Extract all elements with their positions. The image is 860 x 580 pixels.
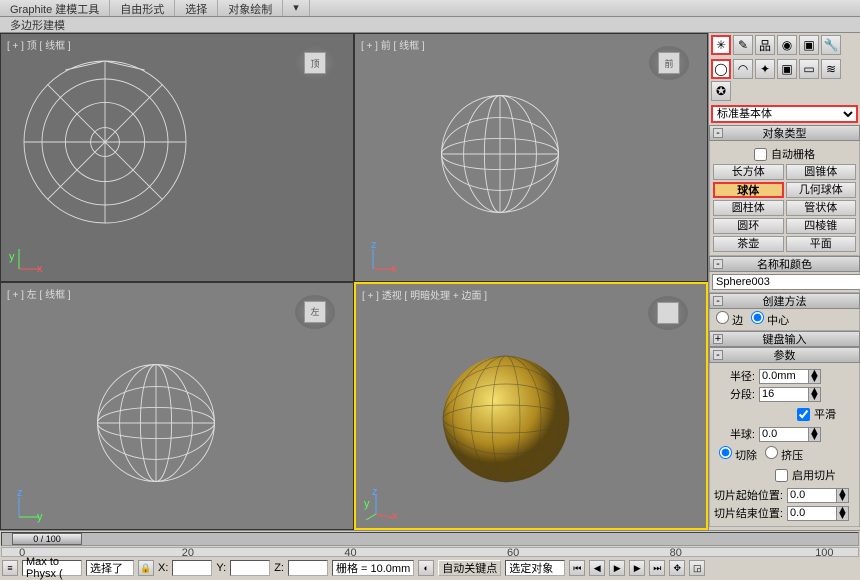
viewcube[interactable]: 左 (295, 295, 335, 329)
display-tab-icon[interactable]: ▣ (799, 35, 819, 55)
lights-icon[interactable]: ✦ (755, 59, 775, 79)
smooth-checkbox[interactable] (797, 408, 810, 421)
systems-icon[interactable]: ✪ (711, 81, 731, 101)
rollout-parameters[interactable]: -参数 (709, 347, 860, 363)
rollout-name-color[interactable]: -名称和颜色 (709, 256, 860, 272)
time-knob[interactable]: 0 / 100 (12, 533, 82, 545)
obj-teapot-button[interactable]: 茶壶 (713, 236, 784, 252)
viewport-top[interactable]: [ + ] 顶 [ 线框 ] 顶 xy (0, 33, 354, 282)
time-slider[interactable]: 0 / 100 (1, 532, 859, 546)
helpers-icon[interactable]: ▭ (799, 59, 819, 79)
spinner-arrows[interactable]: ▲▼ (809, 369, 821, 384)
menu-item[interactable]: 对象绘制 (218, 0, 283, 16)
shapes-icon[interactable]: ◠ (733, 59, 753, 79)
spinner-arrows[interactable]: ▲▼ (809, 427, 821, 442)
slice-from-input[interactable] (787, 488, 837, 503)
viewport-label[interactable]: [ + ] 前 [ 线框 ] (361, 37, 425, 52)
motion-tab-icon[interactable]: ◉ (777, 35, 797, 55)
hierarchy-tab-icon[interactable]: 品 (755, 35, 775, 55)
radio-edge[interactable]: 边 (716, 311, 743, 328)
play-icon[interactable]: ▶ (609, 560, 625, 576)
wireframe-top-icon (15, 52, 195, 232)
ribbon-tab[interactable]: 多边形建模 (2, 17, 73, 32)
radio-squash[interactable]: 挤压 (765, 446, 803, 463)
rollout-keyboard-entry[interactable]: +键盘输入 (709, 331, 860, 347)
spinner-arrows[interactable]: ▲▼ (809, 387, 821, 402)
y-input[interactable] (230, 560, 270, 576)
obj-cylinder-button[interactable]: 圆柱体 (713, 200, 784, 216)
grid-readout: 栅格 = 10.0mm (332, 560, 414, 576)
nav-icon[interactable]: ◲ (689, 560, 705, 576)
radio-chop[interactable]: 切除 (719, 446, 757, 463)
obj-plane-button[interactable]: 平面 (786, 236, 857, 252)
x-input[interactable] (172, 560, 212, 576)
menu-item[interactable]: Graphite 建模工具 (0, 0, 110, 16)
obj-cone-button[interactable]: 圆锥体 (786, 164, 857, 180)
subclass-dropdown[interactable]: 标准基本体 (711, 105, 858, 123)
goto-start-icon[interactable]: ⏮ (569, 560, 585, 576)
panel-tabs-row1: ✳ ✎ 品 ◉ ▣ 🔧 (709, 33, 860, 57)
selected-obj-combo[interactable]: 选定对象 (505, 560, 565, 576)
maxscript-label: Max to Physx ( (22, 560, 82, 576)
main-menu: Graphite 建模工具 自由形式 选择 对象绘制 ▾ (0, 0, 860, 17)
viewport-label[interactable]: [ + ] 顶 [ 线框 ] (7, 37, 71, 52)
radius-input[interactable] (759, 369, 809, 384)
obj-box-button[interactable]: 长方体 (713, 164, 784, 180)
menu-item[interactable]: 自由形式 (110, 0, 175, 16)
utilities-tab-icon[interactable]: 🔧 (821, 35, 841, 55)
radio-center[interactable]: 中心 (751, 311, 789, 328)
toggle-button[interactable]: ◐ (418, 560, 434, 576)
dropdown-icon[interactable]: ▾ (283, 0, 310, 16)
viewport-area: [ + ] 顶 [ 线框 ] 顶 xy [ + ] 前 [ 线框 ] 前 xz (0, 33, 708, 530)
space-warps-icon[interactable]: ≋ (821, 59, 841, 79)
cameras-icon[interactable]: ▣ (777, 59, 797, 79)
create-tab-icon[interactable]: ✳ (711, 35, 731, 55)
time-ruler[interactable]: 020406080100 (1, 547, 859, 557)
subclass-select[interactable]: 标准基本体 (711, 105, 858, 123)
lock-icon[interactable]: 🔒 (138, 560, 154, 576)
obj-tube-button[interactable]: 管状体 (786, 200, 857, 216)
segments-input[interactable] (759, 387, 809, 402)
create-category-row: ◯ ◠ ✦ ▣ ▭ ≋ ✪ (709, 57, 860, 103)
nav-icon[interactable]: ✥ (669, 560, 685, 576)
autokey-button[interactable]: 自动关键点 (438, 560, 501, 576)
z-input[interactable] (288, 560, 328, 576)
goto-end-icon[interactable]: ⏭ (649, 560, 665, 576)
geometry-icon[interactable]: ◯ (711, 59, 731, 79)
prev-frame-icon[interactable]: ◀ (589, 560, 605, 576)
viewcube[interactable]: 顶 (295, 46, 335, 80)
wireframe-sphere-icon (435, 89, 565, 219)
hemisphere-input[interactable] (759, 427, 809, 442)
wireframe-sphere-icon (91, 358, 221, 488)
viewport-left[interactable]: [ + ] 左 [ 线框 ] 左 yz (0, 282, 354, 531)
viewport-perspective[interactable]: [ + ] 透视 [ 明暗处理 + 边面 ] xzy (354, 282, 708, 531)
obj-torus-button[interactable]: 圆环 (713, 218, 784, 234)
selection-status: 选择了 (86, 560, 134, 576)
modify-tab-icon[interactable]: ✎ (733, 35, 753, 55)
script-button[interactable]: ≡ (2, 560, 18, 576)
viewcube[interactable] (648, 296, 688, 330)
object-type-grid: 长方体 圆锥体 球体 几何球体 圆柱体 管状体 圆环 四棱锥 茶壶 平面 (713, 164, 856, 252)
enable-slice-checkbox[interactable] (775, 469, 788, 482)
viewport-front[interactable]: [ + ] 前 [ 线框 ] 前 xz (354, 33, 708, 282)
viewport-label[interactable]: [ + ] 透视 [ 明暗处理 + 边面 ] (362, 287, 487, 302)
viewport-label[interactable]: [ + ] 左 [ 线框 ] (7, 286, 71, 301)
autogrid-checkbox[interactable] (754, 148, 767, 161)
status-bar: 0 / 100 020406080100 ≡ Max to Physx ( 选择… (0, 530, 860, 580)
next-frame-icon[interactable]: ▶ (629, 560, 645, 576)
viewcube[interactable]: 前 (649, 46, 689, 80)
rollout-create-method[interactable]: -创建方法 (709, 293, 860, 309)
obj-sphere-button[interactable]: 球体 (713, 182, 784, 198)
obj-geosphere-button[interactable]: 几何球体 (786, 182, 857, 198)
ribbon-bar: 多边形建模 (0, 17, 860, 33)
obj-pyramid-button[interactable]: 四棱锥 (786, 218, 857, 234)
shaded-sphere-icon (436, 349, 576, 489)
object-name-input[interactable] (712, 274, 860, 290)
menu-item[interactable]: 选择 (175, 0, 218, 16)
command-panel: ✳ ✎ 品 ◉ ▣ 🔧 ◯ ◠ ✦ ▣ ▭ ≋ ✪ 标准基本体 -对象类型 自动… (708, 33, 860, 530)
slice-to-input[interactable] (787, 506, 837, 521)
rollout-object-type[interactable]: -对象类型 (709, 125, 860, 141)
